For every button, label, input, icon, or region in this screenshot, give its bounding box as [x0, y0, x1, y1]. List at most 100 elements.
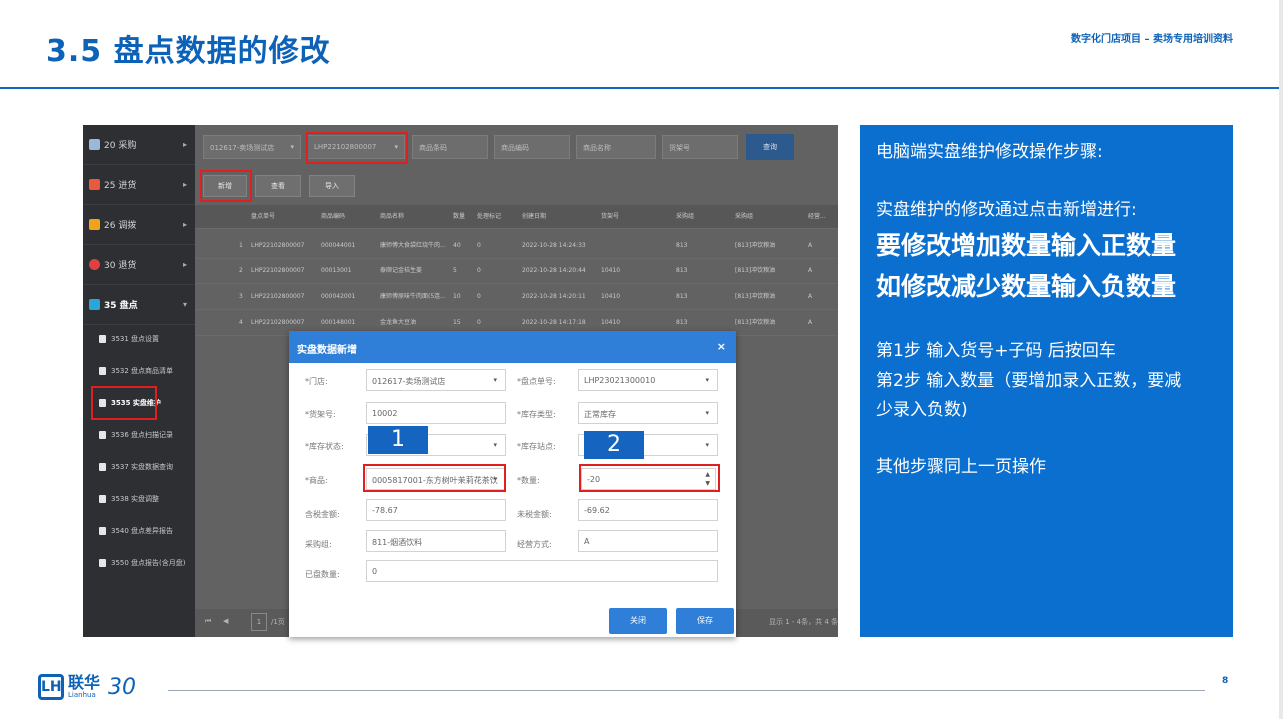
purchase-group-field[interactable]: 811-烟酒饮料 [366, 530, 506, 552]
chevron-down-icon: ▾ [493, 376, 497, 384]
barcode-input[interactable]: 商品条码 [412, 135, 488, 159]
sidebar-sub-item[interactable]: 3537 实盘数据查询 [83, 451, 195, 483]
chevron-right-icon: ▸ [182, 140, 187, 149]
chevron-right-icon: ▸ [182, 180, 187, 189]
clipboard-icon [89, 299, 100, 310]
biz-mode-field[interactable]: A [578, 530, 718, 552]
counted-qty-field[interactable]: 0 [366, 560, 718, 582]
table-row[interactable]: 1 LHP22102800007 000044001 康师傅大食袋红烧牛肉...… [195, 234, 838, 259]
store-select[interactable]: 012617-卖场测试店 ▾ [203, 135, 301, 159]
sidebar-item-transfer[interactable]: 26 调拨 ▸ [83, 205, 195, 245]
chevron-down-icon: ▾ [705, 376, 709, 384]
notax-amount-field[interactable]: -69.62 [578, 499, 718, 521]
chevron-down-icon: ▾ [705, 441, 709, 449]
notax-amount-label: 未税金额: [517, 510, 552, 519]
transfer-icon [89, 219, 100, 230]
return-icon [89, 259, 100, 270]
tax-amount-field[interactable]: -78.67 [366, 499, 506, 521]
sidebar-item-return[interactable]: 30 退货 ▸ [83, 245, 195, 285]
close-icon[interactable]: × [717, 340, 726, 353]
doc-icon [99, 463, 106, 471]
biz-mode-label: 经营方式: [517, 540, 552, 549]
cart-icon [89, 139, 100, 150]
panel-step2: 第2步 输入数量（要增加录入正数，要减 [876, 371, 1182, 391]
count-no-field[interactable]: LHP23021300010 ▾ [578, 369, 718, 391]
highlight-add-button [200, 170, 252, 202]
close-button[interactable]: 关闭 [609, 608, 667, 634]
sidebar-sub-item[interactable]: 3532 盘点商品清单 [83, 355, 195, 387]
stock-status-label: *库存状态: [305, 442, 344, 451]
name-input[interactable]: 商品名称 [576, 135, 656, 159]
code-input[interactable]: 商品编码 [494, 135, 570, 159]
doc-icon [99, 495, 106, 503]
step-badge-1: 1 [368, 426, 428, 454]
column-header: 商品名称 [380, 213, 405, 220]
view-button[interactable]: 查看 [255, 175, 301, 197]
column-header: 采购组 [676, 213, 695, 220]
panel-emphasis-1: 要修改增加数量输入正数量 [876, 231, 1177, 260]
prev-page-icon[interactable]: ◀ [223, 617, 228, 625]
shelf-field[interactable]: 10002 [366, 402, 506, 424]
table-row[interactable]: 2 LHP22102800007 00013001 泰顺记金桔生姜 5 0 20… [195, 259, 838, 284]
sidebar-sub-item[interactable]: 3531 盘点设置 [83, 323, 195, 355]
sidebar: 20 采购 ▸ 25 进货 ▸ 26 调拨 ▸ 30 退货 ▸ 35 盘点 ▾ … [83, 125, 195, 637]
shelf-input[interactable]: 货架号 [662, 135, 738, 159]
doc-icon [99, 431, 106, 439]
anniversary-mark: 30 [108, 674, 137, 700]
store-label: *门店: [305, 377, 328, 386]
doc-icon [99, 527, 106, 535]
page-input[interactable]: 1 [251, 613, 267, 631]
box-icon [89, 179, 100, 190]
sidebar-item-receiving[interactable]: 25 进货 ▸ [83, 165, 195, 205]
column-header: 创建日期 [522, 213, 547, 220]
shelf-label: *货架号: [305, 410, 336, 419]
column-header: 货架号 [601, 213, 620, 220]
sidebar-sub-item[interactable]: 3538 实盘调整 [83, 483, 195, 515]
chevron-down-icon: ▾ [182, 300, 187, 309]
stock-type-field[interactable]: 正常库存 ▾ [578, 402, 718, 424]
panel-step2-cont: 少录入负数) [876, 400, 968, 420]
column-header: 采购组 [735, 213, 754, 220]
dialog-title: 实盘数据新增 [289, 331, 736, 363]
step-badge-2: 2 [584, 431, 644, 459]
counted-qty-label: 已盘数量: [305, 570, 340, 579]
column-header: 商品编码 [321, 213, 346, 220]
count-no-label: *盘点单号: [517, 377, 556, 386]
query-button[interactable]: 查询 [746, 134, 794, 160]
chevron-down-icon: ▾ [705, 409, 709, 417]
column-header: 经营... [808, 213, 826, 220]
stock-type-label: *库存类型: [517, 410, 556, 419]
first-page-icon[interactable]: ⏮ [205, 617, 211, 626]
column-header: 盘点单号 [251, 213, 276, 220]
grid-header: 盘点单号 商品编码 商品名称 数量 处理标记 创建日期 货架号 采购组 采购组 … [195, 205, 838, 229]
quantity-label: *数量: [517, 476, 540, 485]
sidebar-item-inventory[interactable]: 35 盘点 ▾ [83, 285, 195, 325]
highlight-count-no [306, 132, 408, 164]
import-button[interactable]: 导入 [309, 175, 355, 197]
slide: 3.5 盘点数据的修改 数字化门店项目 – 卖场专用培训资料 20 采购 ▸ 2… [0, 0, 1283, 719]
doc-icon [99, 335, 106, 343]
doc-icon [99, 367, 106, 375]
purchase-group-label: 采购组: [305, 540, 332, 549]
sidebar-sub-item[interactable]: 3550 盘点报告(含月盘) [83, 547, 195, 579]
sidebar-item-purchase[interactable]: 20 采购 ▸ [83, 125, 195, 165]
tax-amount-label: 含税金额: [305, 510, 340, 519]
store-field[interactable]: 012617-卖场测试店 ▾ [366, 369, 506, 391]
panel-step1: 第1步 输入货号+子码 后按回车 [876, 341, 1116, 361]
panel-intro: 电脑端实盘维护修改操作步骤: [876, 142, 1103, 162]
lianhua-logo: LH 联华 Lianhua 30 [38, 671, 136, 703]
slide-edge [1279, 0, 1283, 719]
header-divider [0, 87, 1280, 89]
highlight-sidebar-item [91, 386, 157, 420]
highlight-quantity-field [579, 464, 720, 492]
total-pages: /1页 [271, 618, 285, 626]
sidebar-sub-item[interactable]: 3540 盘点差异报告 [83, 515, 195, 547]
table-row[interactable]: 3 LHP22102800007 000042001 康师傅原味牛肉面(5连..… [195, 285, 838, 310]
page-number: 8 [1222, 676, 1229, 686]
chevron-right-icon: ▸ [182, 220, 187, 229]
sidebar-sub-item[interactable]: 3536 盘点扫描记录 [83, 419, 195, 451]
product-label: *商品: [305, 476, 328, 485]
lianhua-logo-icon: LH [38, 674, 64, 700]
stock-site-label: *库存站点: [517, 442, 556, 451]
save-button[interactable]: 保存 [676, 608, 734, 634]
